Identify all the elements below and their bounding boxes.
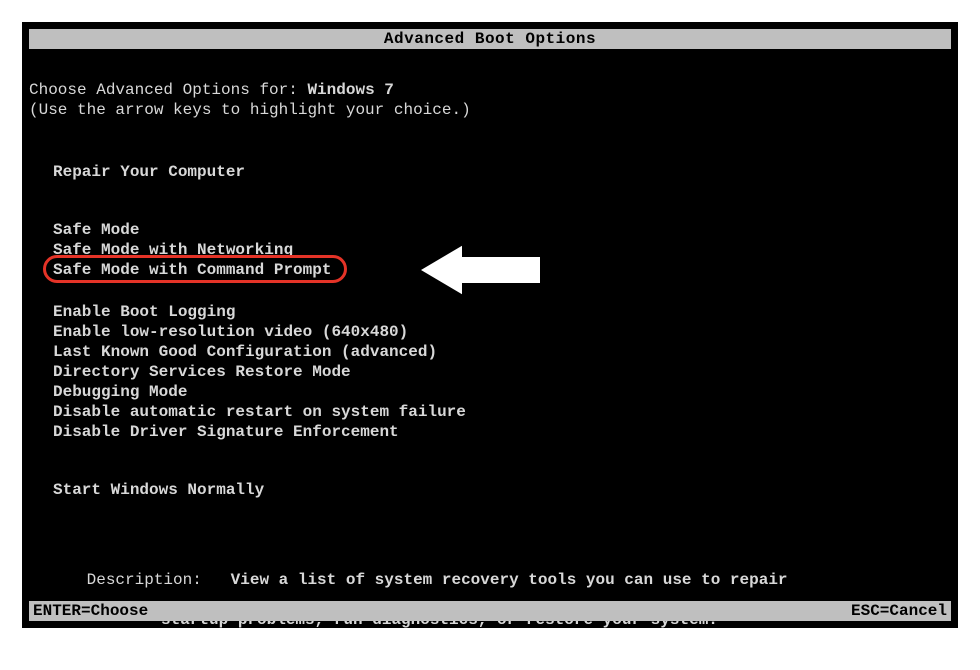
menu-item-no-autorestart[interactable]: Disable automatic restart on system fail… (53, 402, 951, 422)
intro-line: Choose Advanced Options for: Windows 7 (29, 80, 951, 100)
menu-item-repair[interactable]: Repair Your Computer (53, 162, 951, 182)
menu-item-safe-cmd[interactable]: Safe Mode with Command Prompt (53, 260, 331, 280)
footer-enter: ENTER=Choose (33, 601, 148, 621)
intro-prefix: Choose Advanced Options for: (29, 81, 307, 99)
title-text: Advanced Boot Options (384, 30, 596, 48)
boot-screen: Advanced Boot Options Choose Advanced Op… (22, 22, 958, 628)
menu-item-start-normally[interactable]: Start Windows Normally (53, 480, 951, 500)
intro-hint: (Use the arrow keys to highlight your ch… (29, 100, 951, 120)
menu-item-lowres[interactable]: Enable low-resolution video (640x480) (53, 322, 951, 342)
intro-os: Windows 7 (307, 81, 393, 99)
menu-item-no-drvsig[interactable]: Disable Driver Signature Enforcement (53, 422, 951, 442)
description-line1: View a list of system recovery tools you… (231, 571, 788, 589)
title-bar: Advanced Boot Options (29, 29, 951, 49)
menu-item-ds-restore[interactable]: Directory Services Restore Mode (53, 362, 951, 382)
description-label: Description: (87, 570, 231, 590)
menu-item-debug[interactable]: Debugging Mode (53, 382, 951, 402)
menu-item-safe-networking[interactable]: Safe Mode with Networking (53, 240, 951, 260)
menu-item-lkgc[interactable]: Last Known Good Configuration (advanced) (53, 342, 951, 362)
footer-esc: ESC=Cancel (851, 601, 947, 621)
menu-item-boot-logging[interactable]: Enable Boot Logging (53, 302, 951, 322)
footer-bar: ENTER=Choose ESC=Cancel (29, 601, 951, 621)
boot-menu[interactable]: Repair Your Computer Safe Mode Safe Mode… (53, 162, 951, 500)
menu-item-safe-mode[interactable]: Safe Mode (53, 220, 951, 240)
